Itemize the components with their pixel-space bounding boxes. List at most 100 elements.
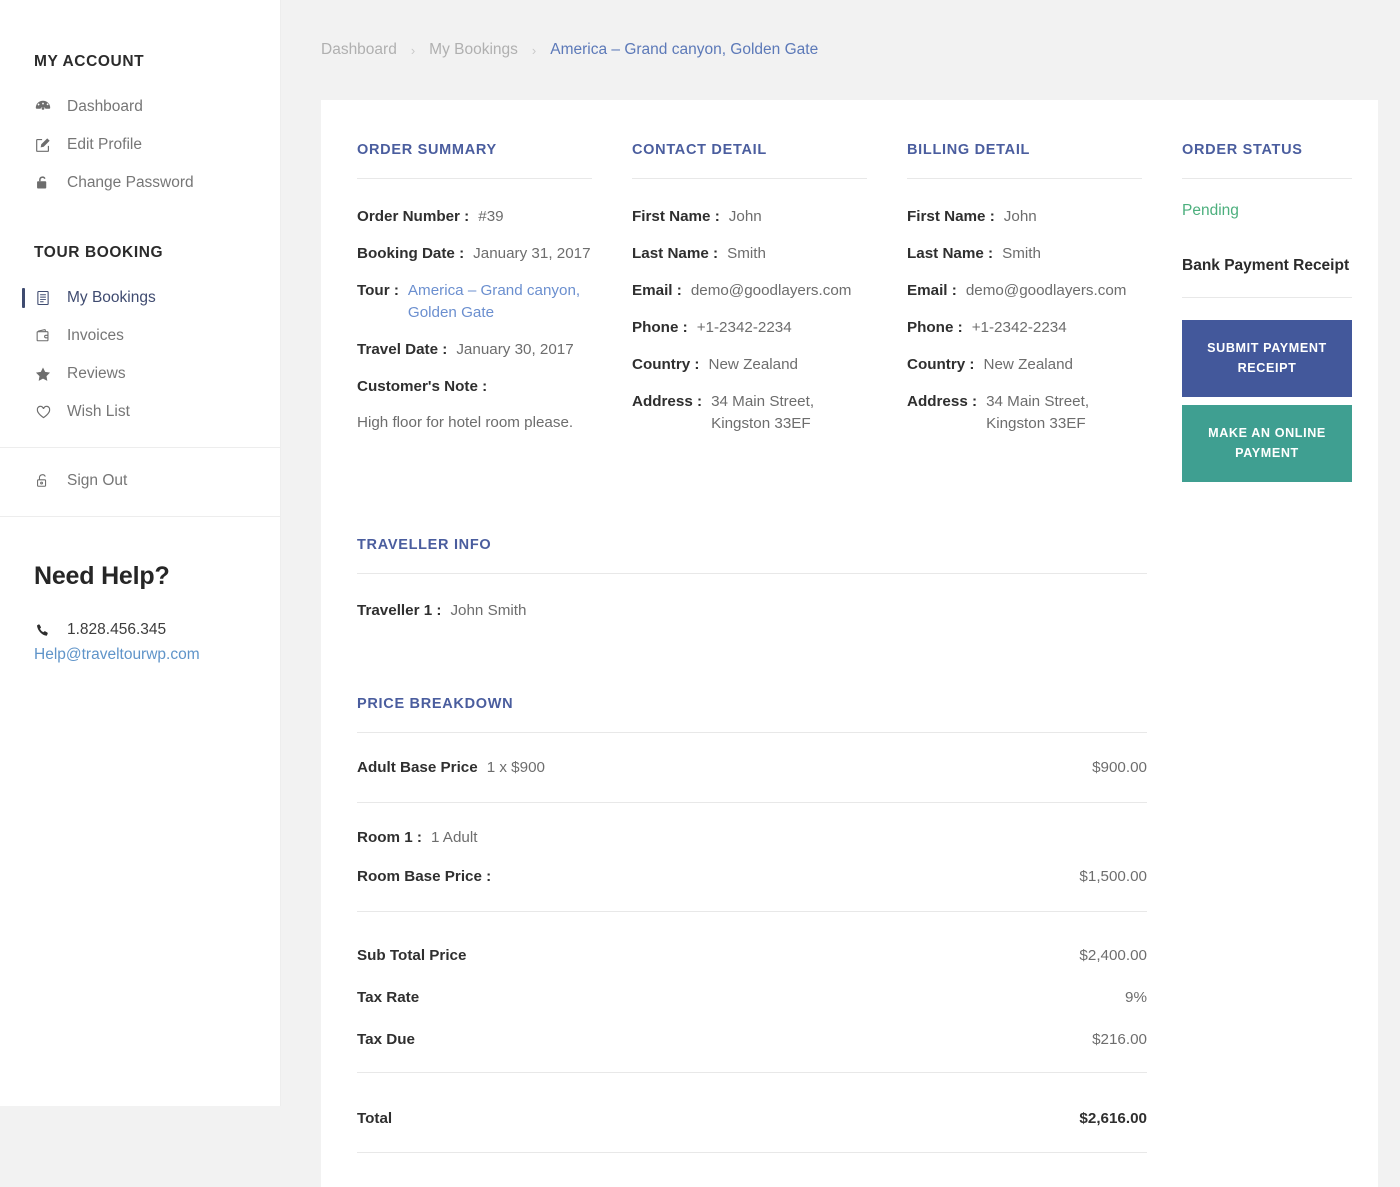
detail-columns: ORDER SUMMARY Order Number : #39 Booking… (357, 142, 1352, 483)
breadcrumb-separator: › (531, 42, 537, 58)
sidebar-item-label: Edit Profile (67, 136, 142, 153)
sidebar-item-edit-profile[interactable]: Edit Profile (34, 126, 246, 164)
help-phone-number: 1.828.456.345 (67, 621, 167, 638)
billing-first-name-value: John (1003, 208, 1037, 225)
active-indicator (22, 288, 25, 308)
adult-base-price-left: Adult Base Price 1 x $900 (357, 759, 545, 776)
tax-rate-label: Tax Rate (357, 989, 420, 1007)
sidebar-item-label: Dashboard (67, 98, 143, 115)
customer-note-value: High floor for hotel room please. (357, 414, 574, 432)
make-online-payment-button[interactable]: MAKE AN ONLINE PAYMENT (1182, 405, 1352, 483)
billing-phone-label: Phone : (907, 319, 963, 337)
sidebar-booking-list: My Bookings Invoices Reviews Wish List (22, 279, 246, 431)
sidebar-account-list: Dashboard Edit Profile Change Password (34, 88, 246, 202)
billing-address-value: 34 Main Street, Kingston 33EF (986, 393, 1090, 433)
tour-link[interactable]: America – Grand canyon, Golden Gate (408, 280, 592, 324)
billing-address-label: Address : (907, 393, 978, 411)
customer-note-row: Customer's Note : High floor for hotel r… (357, 376, 592, 434)
order-summary-fields: Order Number : #39 Booking Date : Januar… (357, 206, 592, 434)
room-base-price-value: $1,500.00 (1079, 868, 1147, 886)
travel-date-label: Travel Date : (357, 341, 448, 359)
contact-detail-heading: CONTACT DETAIL (632, 142, 867, 179)
contact-first-name-label: First Name : (632, 208, 720, 225)
booking-date-row: Booking Date : January 31, 2017 (357, 243, 592, 265)
price-rows: Adult Base Price 1 x $900 $900.00 Room 1 … (357, 733, 1147, 1154)
contact-detail-fields: First Name : John Last Name : Smith Emai… (632, 206, 867, 435)
sidebar-item-my-bookings[interactable]: My Bookings (22, 279, 246, 317)
sidebar-item-sign-out[interactable]: Sign Out (34, 462, 246, 500)
status-badge: Pending (1182, 202, 1239, 219)
contact-phone-value: +1-2342-2234 (696, 319, 792, 337)
sidebar-signout-section: Sign Out (0, 448, 280, 516)
main-content: Dashboard › My Bookings › America – Gran… (281, 0, 1400, 1187)
adult-base-price-label: Adult Base Price (357, 759, 478, 777)
submit-payment-receipt-button[interactable]: SUBMIT PAYMENT RECEIPT (1182, 320, 1352, 398)
tax-due-row: Tax Due $216.00 (357, 1006, 1147, 1048)
tour-label: Tour : (357, 282, 399, 300)
unlock-icon (34, 472, 60, 490)
sidebar-item-reviews[interactable]: Reviews (34, 355, 246, 393)
sidebar-item-invoices[interactable]: Invoices (34, 317, 246, 355)
tour-row: Tour : America – Grand canyon, Golden Ga… (357, 280, 592, 324)
customer-note-label: Customer's Note : (357, 378, 488, 396)
order-number-row: Order Number : #39 (357, 206, 592, 228)
contact-detail-column: CONTACT DETAIL First Name : John Last Na… (632, 142, 907, 482)
sidebar: MY ACCOUNT Dashboard Edit Profile Change… (0, 0, 281, 1106)
contact-email-label: Email : (632, 282, 682, 300)
breadcrumb-dashboard[interactable]: Dashboard (321, 41, 397, 59)
billing-last-name-row: Last Name : Smith (907, 243, 1142, 265)
lock-icon (34, 174, 60, 192)
billing-detail-column: BILLING DETAIL First Name : John Last Na… (907, 142, 1182, 482)
room-occupancy-row: Room 1 : 1 Adult (357, 803, 1147, 846)
contact-first-name-row: First Name : John (632, 206, 867, 228)
help-email-link[interactable]: Help@traveltourwp.com (34, 646, 246, 664)
contact-address-label: Address : (632, 393, 703, 411)
order-status-heading: ORDER STATUS (1182, 142, 1352, 179)
page-root: MY ACCOUNT Dashboard Edit Profile Change… (0, 0, 1400, 1187)
wallet-icon (34, 327, 60, 345)
billing-email-value: demo@goodlayers.com (965, 282, 1127, 300)
adult-base-price-qty: 1 x $900 (486, 759, 545, 777)
travel-date-row: Travel Date : January 30, 2017 (357, 339, 592, 361)
order-summary-column: ORDER SUMMARY Order Number : #39 Booking… (357, 142, 632, 482)
dashboard-icon (34, 98, 60, 116)
billing-last-name-label: Last Name : (907, 245, 994, 263)
total-row: Total $2,616.00 (357, 1085, 1147, 1127)
billing-detail-fields: First Name : John Last Name : Smith Emai… (907, 206, 1142, 435)
edit-profile-icon (34, 136, 60, 154)
booking-detail-card: ORDER SUMMARY Order Number : #39 Booking… (321, 100, 1378, 1187)
contact-phone-label: Phone : (632, 319, 688, 337)
breadcrumb-current: America – Grand canyon, Golden Gate (550, 41, 819, 58)
subtotal-row: Sub Total Price $2,400.00 (357, 922, 1147, 964)
sidebar-item-dashboard[interactable]: Dashboard (34, 88, 246, 126)
billing-address-row: Address : 34 Main Street, Kingston 33EF (907, 391, 1142, 435)
travel-date-value: January 30, 2017 (456, 341, 574, 359)
total-value: $2,616.00 (1079, 1110, 1147, 1128)
sidebar-item-label: My Bookings (67, 289, 156, 306)
heart-icon (34, 403, 60, 421)
order-status-column: ORDER STATUS Pending Bank Payment Receip… (1182, 142, 1352, 483)
tax-due-label: Tax Due (357, 1031, 415, 1049)
contact-address-row: Address : 34 Main Street, Kingston 33EF (632, 391, 867, 435)
contact-last-name-value: Smith (727, 245, 766, 263)
contact-country-label: Country : (632, 356, 700, 374)
sidebar-item-change-password[interactable]: Change Password (34, 164, 246, 202)
grand-total-block: Total $2,616.00 (357, 1073, 1147, 1154)
billing-detail-heading: BILLING DETAIL (907, 142, 1142, 179)
contact-last-name-row: Last Name : Smith (632, 243, 867, 265)
traveller-row: Traveller 1 : John Smith (357, 600, 1147, 622)
contact-first-name-value: John (728, 208, 762, 225)
billing-phone-row: Phone : +1-2342-2234 (907, 317, 1142, 339)
booking-date-label: Booking Date : (357, 245, 465, 263)
contact-country-value: New Zealand (708, 356, 799, 374)
star-icon (34, 365, 60, 383)
traveller-info-fields: Traveller 1 : John Smith (357, 600, 1147, 622)
sidebar-item-wish-list[interactable]: Wish List (34, 393, 246, 431)
room-base-price-label: Room Base Price : (357, 868, 492, 886)
traveller-name-value: John Smith (450, 602, 527, 620)
breadcrumb-my-bookings[interactable]: My Bookings (429, 41, 518, 59)
room-block: Room 1 : 1 Adult Room Base Price : $1,50… (357, 803, 1147, 913)
billing-phone-value: +1-2342-2234 (971, 319, 1067, 337)
sidebar-item-label: Wish List (67, 403, 130, 420)
phone-icon (34, 622, 60, 639)
